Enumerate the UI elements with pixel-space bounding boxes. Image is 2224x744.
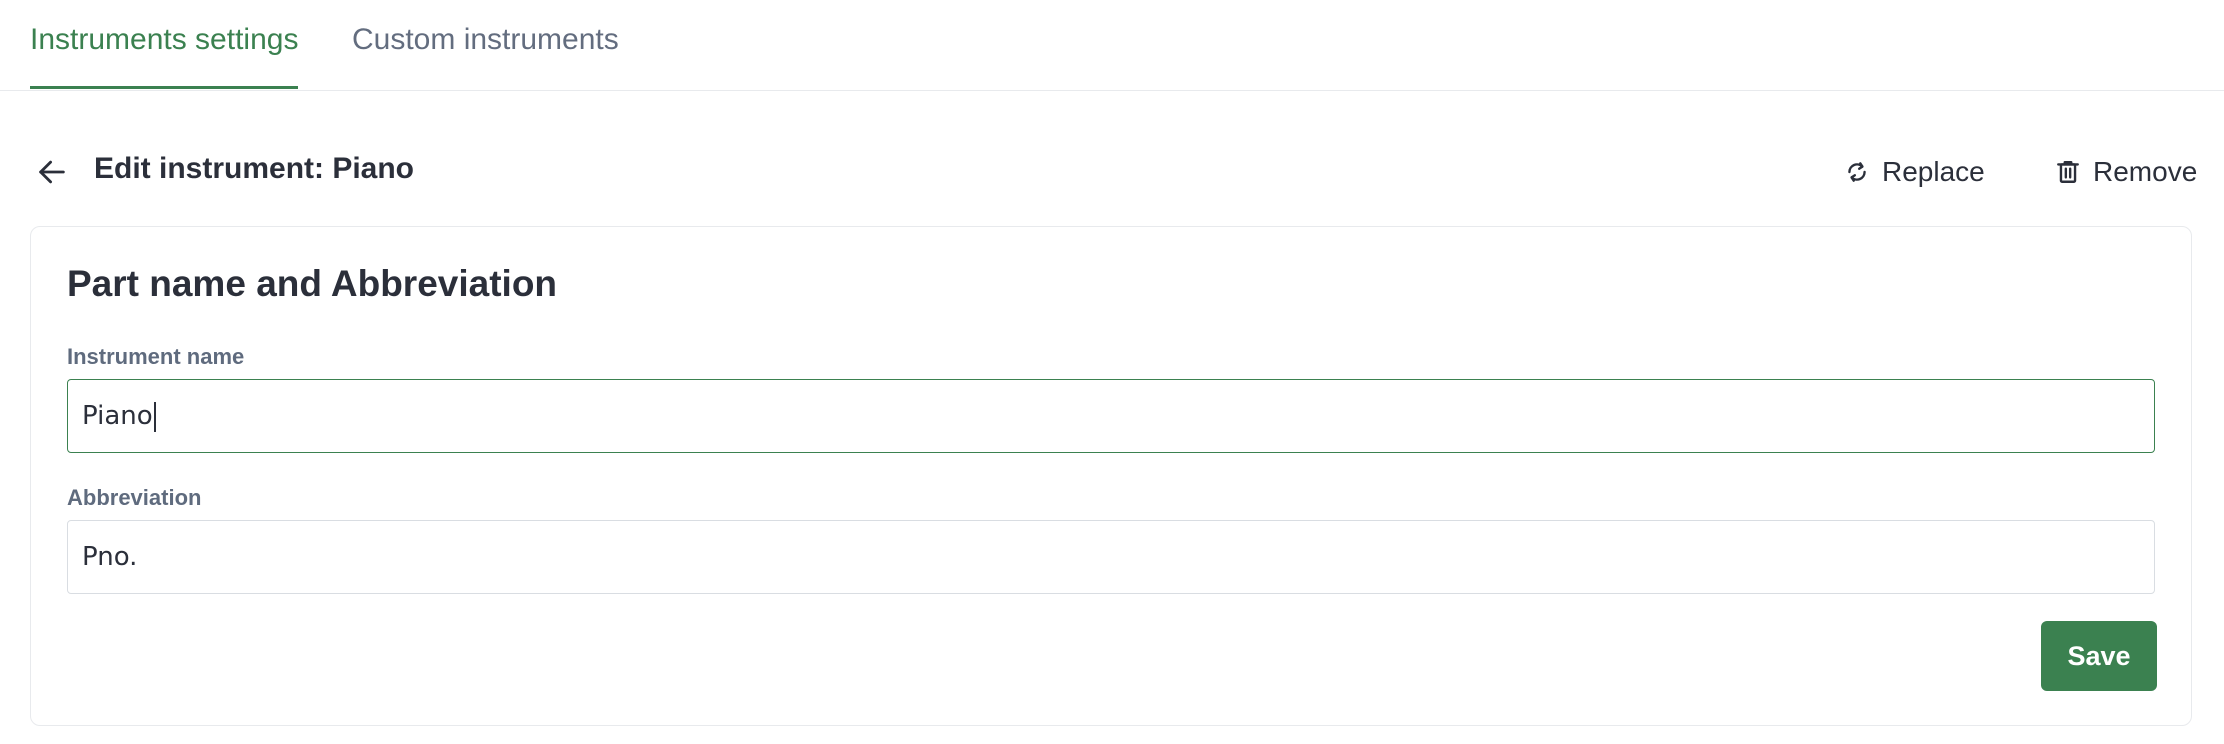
- abbreviation-input[interactable]: Pno.: [67, 520, 2155, 594]
- page-title: Edit instrument: Piano: [94, 152, 415, 185]
- page-header: Edit instrument: Piano Replace Remove: [0, 140, 2224, 204]
- trash-icon: [2057, 161, 2079, 183]
- tab-bar: Instruments settings Custom instruments: [0, 0, 2224, 91]
- abbreviation-label: Abbreviation: [67, 485, 202, 510]
- abbreviation-value: Pno.: [82, 542, 138, 572]
- back-button[interactable]: [30, 150, 74, 194]
- tab-custom-instruments[interactable]: Custom instruments: [352, 0, 619, 89]
- text-caret: [153, 401, 156, 432]
- instrument-edit-card: Part name and Abbreviation Instrument na…: [30, 226, 2192, 726]
- save-button[interactable]: Save: [2041, 621, 2157, 691]
- replace-label: Replace: [1882, 156, 1985, 187]
- remove-label: Remove: [2093, 156, 2198, 187]
- remove-button[interactable]: Remove: [2055, 150, 2197, 194]
- arrow-left-icon: [39, 160, 65, 184]
- tab-instruments-settings[interactable]: Instruments settings: [30, 0, 299, 89]
- instrument-name-input[interactable]: Piano: [67, 379, 2155, 453]
- card-title: Part name and Abbreviation: [67, 263, 558, 304]
- instrument-name-label: Instrument name: [67, 344, 245, 369]
- instrument-name-value: Piano: [82, 401, 153, 431]
- replace-button[interactable]: Replace: [1844, 150, 1985, 194]
- refresh-icon: [1848, 162, 1866, 182]
